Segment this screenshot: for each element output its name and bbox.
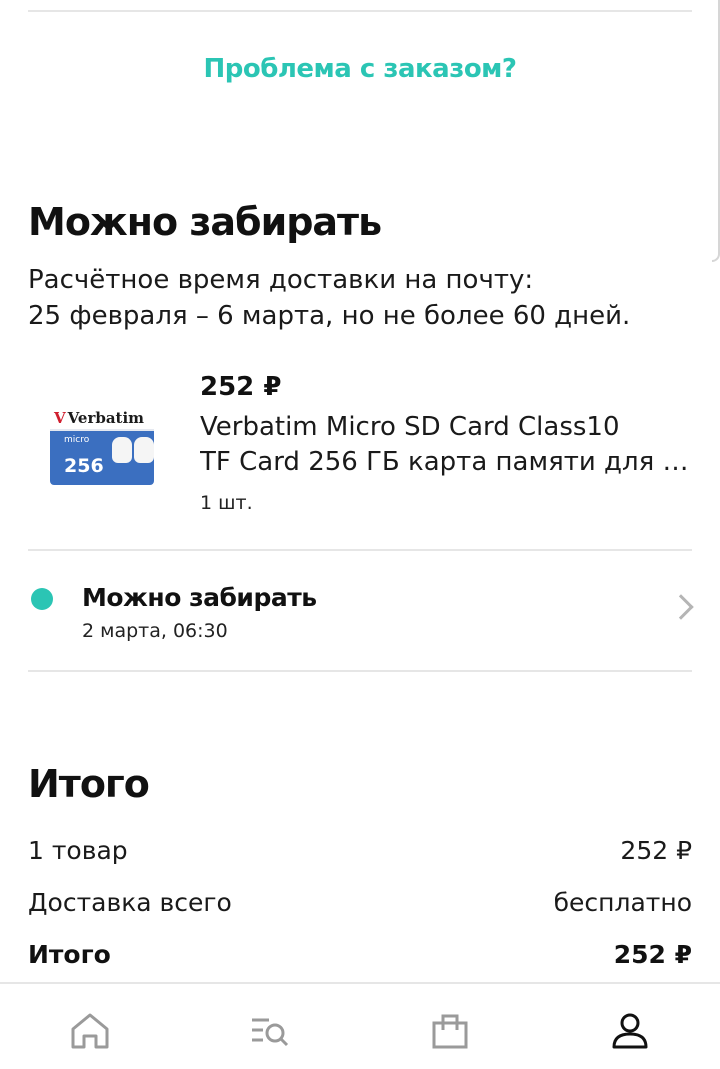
product-divider	[28, 549, 692, 551]
product-name-line-2: TF Card 256 ГБ карта памяти для с...	[200, 447, 700, 477]
status-date: 2 марта, 06:30	[82, 620, 228, 642]
shopping-bag-icon	[432, 1014, 468, 1049]
bottom-navigation	[0, 982, 720, 1069]
product-name-line-1: Verbatim Micro SD Card Class10	[200, 412, 620, 442]
grand-total-label: Итого	[28, 940, 111, 969]
nav-profile[interactable]	[585, 984, 675, 1069]
items-total-value: 252 ₽	[620, 836, 692, 865]
items-total-row: 1 товар 252 ₽	[28, 836, 692, 865]
status-title: Можно забирать	[82, 583, 317, 612]
delivery-estimate: Расчётное время доставки на почту: 25 фе…	[28, 262, 698, 334]
product-price: 252 ₽	[200, 372, 282, 402]
product-image[interactable]: V Verbatim micro 256	[50, 407, 154, 485]
grand-total-row: Итого 252 ₽	[28, 940, 692, 969]
delivery-estimate-line-2: 25 февраля – 6 марта, но не более 60 дне…	[28, 301, 631, 331]
product-image-mascot-2	[134, 437, 154, 463]
totals-title: Итого	[28, 762, 150, 806]
chevron-right-icon	[668, 594, 694, 620]
product-quantity: 1 шт.	[200, 492, 253, 514]
catalog-search-icon	[252, 1018, 289, 1047]
shipment-title: Можно забирать	[28, 200, 382, 244]
status-dot-icon	[31, 588, 53, 610]
product-image-mascot-1	[112, 437, 132, 463]
profile-icon	[612, 1013, 648, 1049]
order-problem-link[interactable]: Проблема с заказом?	[0, 54, 720, 84]
order-details-screen: Проблема с заказом? Можно забирать Расчё…	[0, 0, 720, 1069]
product-name[interactable]: Verbatim Micro SD Card Class10 TF Card 2…	[200, 410, 700, 480]
delivery-total-label: Доставка всего	[28, 888, 232, 917]
delivery-total-value: бесплатно	[553, 888, 692, 917]
delivery-total-row: Доставка всего бесплатно	[28, 888, 692, 917]
grand-total-value: 252 ₽	[613, 940, 692, 969]
nav-home[interactable]	[45, 984, 135, 1069]
status-divider	[28, 670, 692, 672]
scroll-indicator	[712, 0, 720, 262]
product-image-brand: V Verbatim	[50, 407, 154, 431]
delivery-estimate-line-1: Расчётное время доставки на почту:	[28, 265, 534, 295]
order-status-row[interactable]: Можно забирать 2 марта, 06:30	[0, 552, 720, 670]
top-divider	[28, 10, 692, 12]
items-total-label: 1 товар	[28, 836, 128, 865]
home-icon	[71, 1013, 109, 1049]
product-image-capacity: 256	[64, 455, 104, 477]
nav-catalog[interactable]	[225, 984, 315, 1069]
nav-cart[interactable]	[405, 984, 495, 1069]
product-image-micro-label: micro	[64, 435, 90, 445]
